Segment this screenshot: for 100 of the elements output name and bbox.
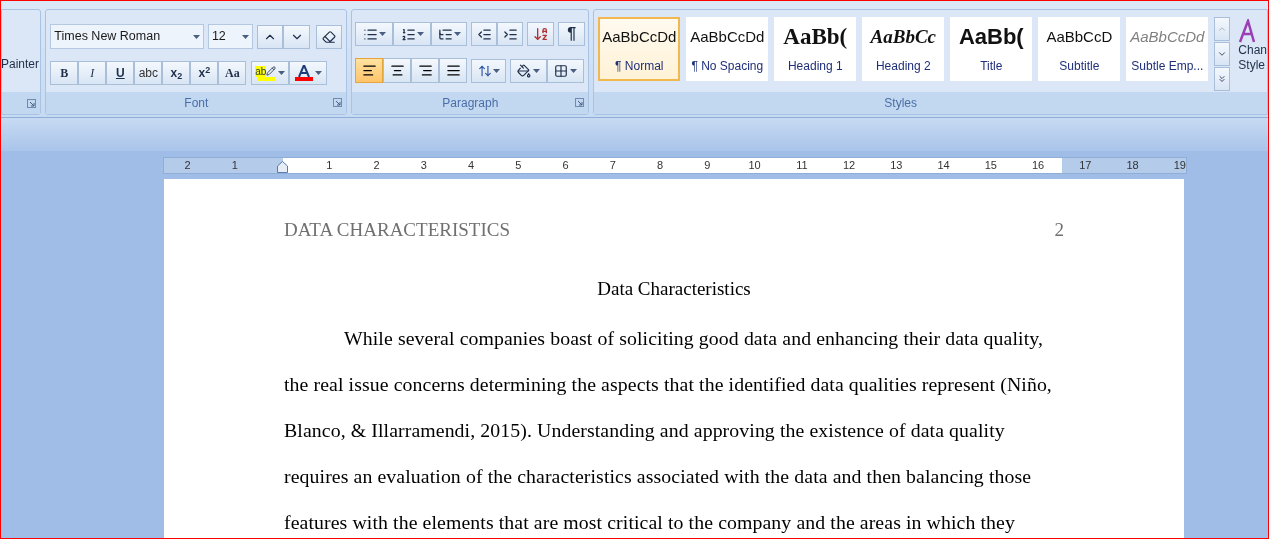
chevron-down-icon <box>1217 49 1228 59</box>
ruler-number: 11 <box>796 157 808 173</box>
ruler-number: 2 <box>373 157 380 173</box>
ruler-number: 16 <box>1032 157 1045 173</box>
style-name: Heading 1 <box>787 58 843 75</box>
bullet-list-icon <box>362 26 378 42</box>
ruler-number: 17 <box>1079 157 1092 173</box>
document-title: Data Characteristics <box>597 277 751 299</box>
style-gallery-item[interactable]: AaBb( Title <box>950 17 1033 81</box>
sort-icon <box>532 26 549 42</box>
style-gallery-item[interactable]: AaBbCcDd ¶ Normal <box>598 17 681 81</box>
style-sample: AaBbCcDd <box>690 27 765 47</box>
format-painter-label[interactable]: Painter <box>1 55 40 73</box>
group-label: Font <box>184 95 209 112</box>
format-button[interactable]: Aa <box>218 61 247 85</box>
sort-button[interactable] <box>527 22 555 46</box>
style-gallery-item[interactable]: AaBb( Heading 1 <box>774 17 857 81</box>
style-name: Subtitle <box>1059 58 1100 75</box>
ruler-number: 15 <box>984 157 997 173</box>
decrease-indent-button[interactable] <box>471 22 498 46</box>
bullets-button[interactable] <box>355 22 394 46</box>
alignment-icon <box>417 63 433 78</box>
shading-button[interactable] <box>510 58 548 83</box>
format-button[interactable]: abc <box>134 61 163 85</box>
shrink-font-button[interactable] <box>283 24 310 49</box>
ruler-number: 9 <box>704 157 711 173</box>
letter-a-icon <box>297 65 310 77</box>
style-name: Heading 2 <box>875 58 931 75</box>
line-spacing-button[interactable] <box>471 58 507 83</box>
alignment-icon <box>445 63 461 78</box>
style-gallery-item[interactable]: AaBbCcD Subtitle <box>1038 17 1121 81</box>
change-styles-button[interactable]: Chan Style <box>1238 17 1267 73</box>
multilevel-list-button[interactable] <box>431 22 468 46</box>
font-name-field[interactable]: Times New Roman <box>50 24 204 49</box>
dropdown-caret-icon <box>492 68 500 73</box>
pen-icon <box>266 66 277 76</box>
ruler-number: 1 <box>231 157 238 173</box>
highlight-button[interactable]: ab <box>251 61 290 85</box>
ruler-number: 4 <box>468 157 475 173</box>
font-size-field[interactable]: 12 <box>207 24 254 49</box>
format-button[interactable]: U <box>106 61 135 85</box>
paint-bucket-icon <box>517 63 532 78</box>
highlight-label: ab <box>255 65 267 77</box>
align-button[interactable] <box>355 58 384 83</box>
style-name: Subtle Emp... <box>1131 58 1204 75</box>
style-gallery-item[interactable]: AaBbCcDd ¶ No Spacing <box>686 17 769 81</box>
dropdown-caret-icon <box>278 71 286 75</box>
chevron-up-icon <box>1217 24 1228 34</box>
indent-marker-icon[interactable] <box>276 160 288 173</box>
format-button[interactable]: x$_{2}$ <box>162 61 191 85</box>
style-gallery-item[interactable]: AaBbCcDd Subtle Emp... <box>1126 17 1209 81</box>
ruler-number: 5 <box>515 157 522 173</box>
style-sample: AaBbCcDd <box>602 27 677 47</box>
style-sample: AaBbCcD <box>1046 27 1113 47</box>
dropdown-caret-icon <box>533 68 541 73</box>
borders-button[interactable] <box>547 58 585 83</box>
show-formatting-button[interactable]: ¶ <box>558 22 586 46</box>
alignment-icon <box>361 63 377 78</box>
align-button[interactable] <box>439 58 468 83</box>
ruler-number: 6 <box>562 157 569 173</box>
style-name: ¶ No Spacing <box>691 58 764 75</box>
increase-indent-icon <box>502 26 518 42</box>
dropdown-caret-icon <box>453 32 461 36</box>
dropdown-caret-icon <box>192 34 200 39</box>
clear-formatting-button[interactable] <box>315 24 343 49</box>
ruler-number: 13 <box>890 157 903 173</box>
body-paragraph: While several companies boast of soliciting good data and enhancing their data quality, the real issue concerns determining the aspects that the identified data qualities represent (Niño, Blanco, & Illarramendi, 2015). Understanding and approving the existence of data quality requires an evaluation of the characteristics associated with the data and then balancing those features with the elements that are most critical to the company and the areas in which they <box>284 326 1053 535</box>
numbered-list-icon <box>400 26 416 42</box>
style-gallery-item[interactable]: AaBbCc Heading 2 <box>862 17 945 81</box>
dropdown-caret-icon <box>416 32 424 36</box>
dialog-launcher-icon[interactable] <box>27 98 37 108</box>
dialog-launcher-icon[interactable] <box>333 98 343 107</box>
ruler-number: 10 <box>748 157 761 173</box>
align-button[interactable] <box>383 58 412 83</box>
dropdown-caret-icon <box>242 34 250 39</box>
ruler-number: 18 <box>1126 157 1139 173</box>
font-color-bar <box>294 77 313 81</box>
style-sample: AaBbCcDd <box>1130 27 1205 47</box>
ruler-number: 12 <box>843 157 856 173</box>
group-label: Styles <box>884 95 917 112</box>
format-button[interactable]: B <box>50 61 79 85</box>
ruler-number: 19 <box>1173 157 1186 173</box>
ruler-number: 14 <box>937 157 950 173</box>
page-header: DATA CHARACTERISTICS <box>284 218 510 242</box>
grow-font-button[interactable] <box>257 24 284 49</box>
style-sample: AaBbCc <box>870 25 937 49</box>
dialog-launcher-icon[interactable] <box>575 98 585 107</box>
format-button[interactable]: x$^{2}$ <box>190 61 219 85</box>
ruler-number: 7 <box>609 157 616 173</box>
ruler-number: 8 <box>657 157 664 173</box>
font-color-button[interactable] <box>289 61 328 85</box>
dropdown-caret-icon <box>570 68 578 73</box>
numbering-button[interactable] <box>393 22 432 46</box>
group-label: Paragraph <box>442 95 499 112</box>
ruler-number: 1 <box>326 157 333 173</box>
increase-indent-button[interactable] <box>497 22 524 46</box>
dropdown-caret-icon <box>378 32 386 36</box>
format-button[interactable]: I <box>78 61 107 85</box>
multilevel-list-icon <box>437 26 453 42</box>
align-button[interactable] <box>411 58 440 83</box>
